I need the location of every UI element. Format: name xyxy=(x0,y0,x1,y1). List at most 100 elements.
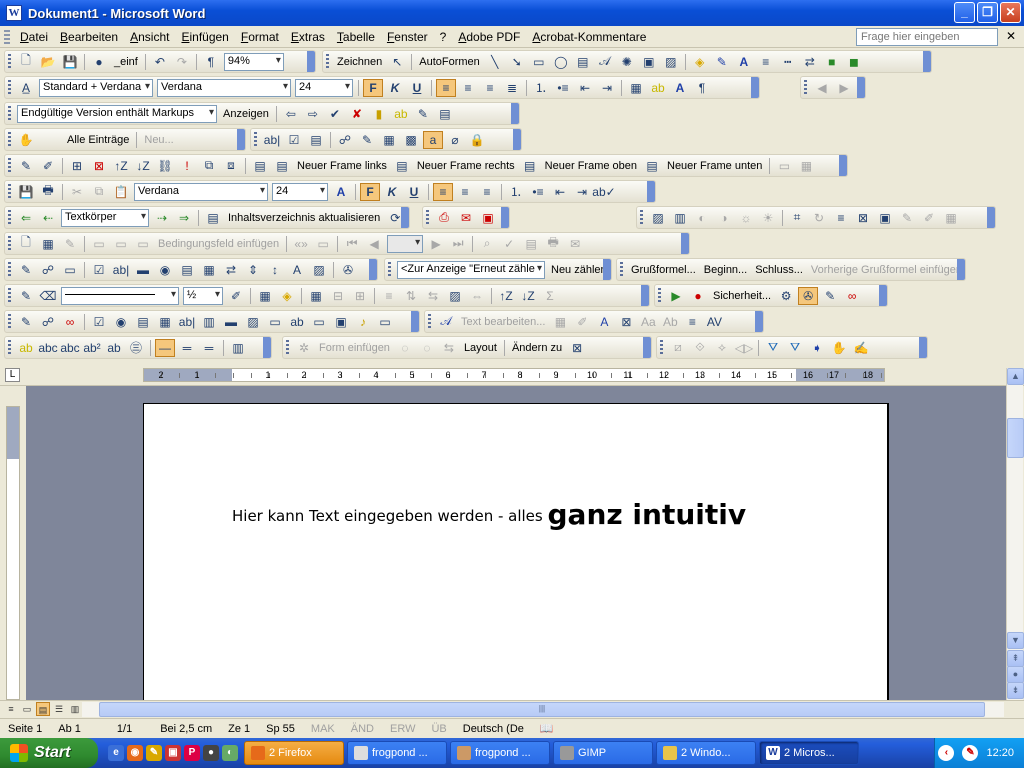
delete-frame-icon[interactable]: ▭ xyxy=(774,157,794,175)
firefox-icon[interactable]: ◉ xyxy=(127,745,143,761)
view-code-icon[interactable]: ▭ xyxy=(60,261,80,279)
menu-format[interactable]: Format xyxy=(235,27,285,47)
oval-icon[interactable]: ◯ xyxy=(551,53,571,71)
draw-table-pen-icon[interactable]: ✎ xyxy=(16,287,36,305)
sort-ascending-icon-2[interactable]: ↑Z xyxy=(496,287,516,305)
menu-fenster[interactable]: Fenster xyxy=(381,27,434,47)
new-autotext-button[interactable]: Neu... xyxy=(140,134,177,146)
character-spacing-icon[interactable]: AV xyxy=(704,313,724,331)
vba-editor-icon[interactable]: ⚙ xyxy=(776,287,796,305)
flowchart-icon[interactable]: ⛛ xyxy=(763,339,783,357)
horizontal-scroll-thumb[interactable]: ||| xyxy=(99,702,985,717)
web-submit-icon[interactable]: ▬ xyxy=(221,313,241,331)
justify-icon[interactable]: ≣ xyxy=(502,79,522,97)
previous-page-icon[interactable]: ⇞ xyxy=(1007,650,1024,667)
textbox-icon[interactable]: ▤ xyxy=(573,53,593,71)
spelling-status-icon[interactable]: 📖 xyxy=(532,722,562,735)
distribute-columns-icon[interactable]: ⇆ xyxy=(423,287,443,305)
web-option-icon[interactable]: ◉ xyxy=(111,313,131,331)
promote-icon[interactable]: ⇠ xyxy=(38,209,58,227)
align-right-icon-2[interactable]: ≡ xyxy=(477,183,497,201)
horizontal-scrollbar[interactable]: ||| xyxy=(82,702,1004,717)
begin-button[interactable]: Beginn... xyxy=(700,264,751,276)
ink-icon[interactable]: ✍ xyxy=(851,339,871,357)
vertical-scroll-thumb[interactable] xyxy=(1007,418,1024,458)
field-options-icon[interactable]: ☍ xyxy=(335,131,355,149)
button-control-icon[interactable]: ▬ xyxy=(133,261,153,279)
strikethrough-icon[interactable]: abc xyxy=(38,339,58,357)
app-icon[interactable]: ▣ xyxy=(165,745,181,761)
menu-einfuegen[interactable]: Einfügen xyxy=(175,27,234,47)
decrease-indent-icon[interactable]: ⇤ xyxy=(575,79,595,97)
web-listbox-icon[interactable]: ▦ xyxy=(155,313,175,331)
design-mode-icon-3[interactable]: ✎ xyxy=(16,313,36,331)
italic-button-2[interactable]: K xyxy=(382,183,402,201)
script-editor-icon[interactable]: ∞ xyxy=(842,287,862,305)
reject-change-icon[interactable]: ✘ xyxy=(347,105,367,123)
closing-button[interactable]: Schluss... xyxy=(751,264,807,276)
protect-form-icon[interactable]: 🔒 xyxy=(467,131,487,149)
clipart-icon[interactable]: ▣ xyxy=(639,53,659,71)
outline-level-select[interactable]: Textkörper xyxy=(61,208,149,227)
markup-view-select[interactable]: Endgültige Version enthält Markups xyxy=(17,104,217,123)
design-mode-icon[interactable]: ✎ xyxy=(16,261,36,279)
convert-to-pdf-icon[interactable]: ⎙ xyxy=(434,209,454,227)
new-frame-right-button[interactable]: Neuer Frame rechts xyxy=(413,160,519,172)
wordart-icon[interactable]: 𝒜 xyxy=(595,53,615,71)
track-changes-icon[interactable]: ✎ xyxy=(413,105,433,123)
italic-button[interactable]: K xyxy=(385,79,405,97)
wordart-shape-icon[interactable]: A xyxy=(594,313,614,331)
character-scale-icon[interactable]: ab xyxy=(104,339,124,357)
reset-picture-icon[interactable]: ▦ xyxy=(941,209,961,227)
text-wrapping-icon[interactable]: ▣ xyxy=(875,209,895,227)
org-layout-icon[interactable]: ⟡ xyxy=(712,339,732,357)
toggle-button-icon[interactable]: ⇄ xyxy=(221,261,241,279)
distribute-rows-icon[interactable]: ⇅ xyxy=(401,287,421,305)
align-right-icon[interactable]: ≡ xyxy=(480,79,500,97)
double-line-icon[interactable]: ═ xyxy=(177,339,197,357)
control-toolbox-icon[interactable]: ✇ xyxy=(798,286,819,305)
less-contrast-icon[interactable]: ◑ xyxy=(714,209,734,227)
compress-icon[interactable]: ⊠ xyxy=(853,209,873,227)
insert-shape-icon[interactable]: ✲ xyxy=(294,339,314,357)
pdf-icon[interactable]: P xyxy=(184,745,200,761)
option-button-icon[interactable]: ◉ xyxy=(155,261,175,279)
format-wordart-icon[interactable]: ✐ xyxy=(572,313,592,331)
word-app-icon[interactable]: W xyxy=(6,5,22,21)
redo-icon[interactable]: ↷ xyxy=(172,53,192,71)
split-cells-icon[interactable]: ⊞ xyxy=(350,287,370,305)
properties-icon[interactable]: ☍ xyxy=(38,261,58,279)
wordart-alignment-icon[interactable]: ≡ xyxy=(682,313,702,331)
table-edit-icon[interactable]: ✐ xyxy=(38,157,58,175)
taskbar-gimp[interactable]: GIMP xyxy=(553,741,653,765)
insert-button[interactable]: _einf xyxy=(110,56,142,68)
sort-descending-icon-2[interactable]: ↓Z xyxy=(518,287,538,305)
new-frame-top-button[interactable]: Neuer Frame oben xyxy=(541,160,641,172)
close-document-icon[interactable]: ✕ xyxy=(1006,29,1016,43)
single-line-icon[interactable]: — xyxy=(155,338,175,357)
font-select[interactable]: Verdana xyxy=(157,78,291,97)
numbering-icon[interactable]: ⒈ xyxy=(531,79,551,97)
new-frame-bottom-button[interactable]: Neuer Frame unten xyxy=(663,160,766,172)
record-macro-icon[interactable]: ● xyxy=(688,287,708,305)
label-control-icon[interactable]: A xyxy=(287,261,307,279)
wordart-wrap-icon[interactable]: ⊠ xyxy=(616,313,636,331)
spin-button-icon[interactable]: ⇕ xyxy=(243,261,263,279)
merge-to-printer-icon[interactable]: 🖶 xyxy=(543,235,563,253)
new-frame-left-button[interactable]: Neuer Frame links xyxy=(293,160,391,172)
font-color-icon-2[interactable]: A xyxy=(670,79,690,97)
borders-icon[interactable]: ▦ xyxy=(626,79,646,97)
eraser-icon[interactable]: ⌫ xyxy=(38,287,58,305)
autosum-icon[interactable]: Σ xyxy=(540,287,560,305)
web-layout-icon[interactable]: ▭ xyxy=(20,702,34,716)
merge-to-email-icon[interactable]: ✉ xyxy=(565,235,585,253)
new-document-icon[interactable]: 🗋 xyxy=(16,53,36,71)
insert-table-icon-2[interactable]: ▦ xyxy=(306,287,326,305)
accept-change-icon[interactable]: ✔ xyxy=(325,105,345,123)
taskbar-microsoft-word[interactable]: W 2 Micros... xyxy=(759,741,859,765)
taskbar-firefox[interactable]: 2 Firefox xyxy=(244,741,344,765)
ball-icon[interactable]: ● xyxy=(89,53,109,71)
line-weight-select[interactable]: ½ xyxy=(183,286,223,305)
web-textbox-icon[interactable]: ab| xyxy=(177,313,197,331)
autotext-icon[interactable]: ✋ xyxy=(16,131,36,149)
